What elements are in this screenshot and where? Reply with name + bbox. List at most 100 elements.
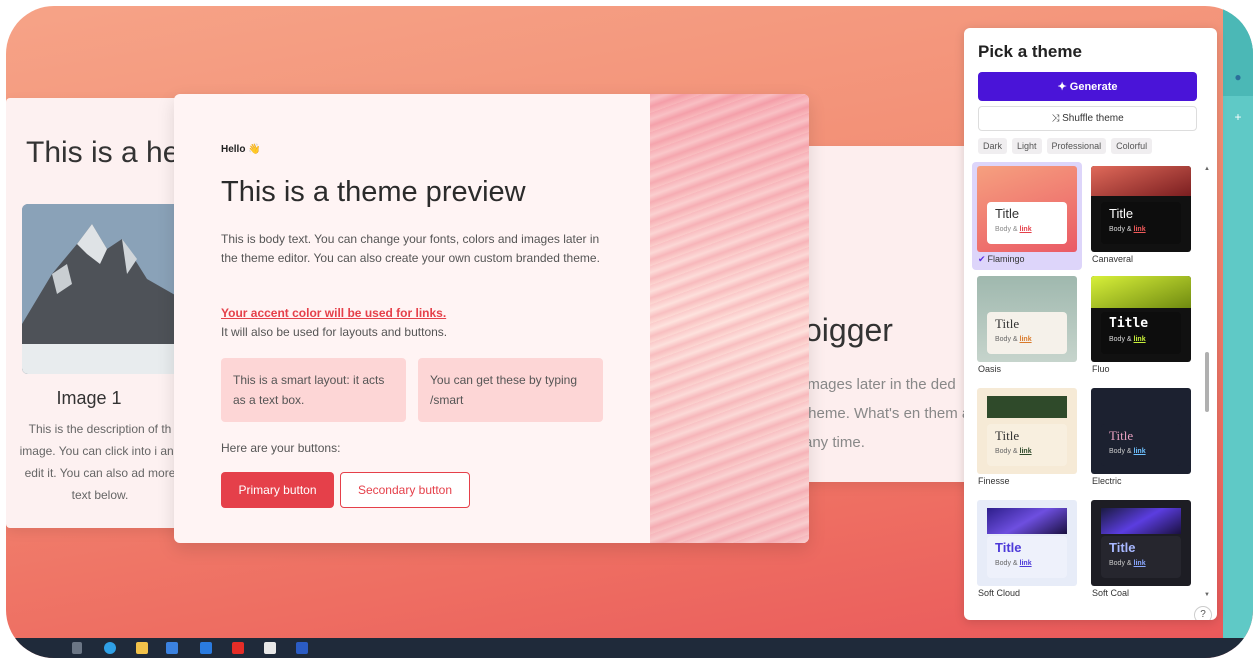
theme-title: Title xyxy=(1109,540,1136,555)
theme-title: Title xyxy=(1109,316,1149,331)
app-frame: ● + This is a he Image 1 This is the des… xyxy=(6,6,1253,658)
theme-body-label: Body & xyxy=(995,560,1018,567)
theme-tile-flamingo[interactable]: Title Body & link ✔ Flamingo xyxy=(972,162,1082,270)
theme-title: Title xyxy=(995,206,1020,221)
theme-body: Body & link xyxy=(1109,560,1146,567)
theme-tile-electric[interactable]: Title Body & link Electric xyxy=(1086,384,1196,492)
theme-body: Body & link xyxy=(995,336,1032,343)
file-explorer-icon[interactable] xyxy=(136,642,148,654)
filter-dark[interactable]: Dark xyxy=(978,138,1008,154)
theme-link: link xyxy=(1019,226,1032,233)
theme-thumbnail: Title Body & link xyxy=(1091,500,1191,586)
theme-filters: Dark Light Professional Colorful xyxy=(978,138,1153,154)
theme-link: link xyxy=(1019,560,1032,567)
theme-tile-fluo[interactable]: Title Body & link Fluo xyxy=(1086,272,1196,380)
theme-thumbnail: Title Body & link xyxy=(977,388,1077,474)
decorative-pattern-image xyxy=(650,94,809,543)
theme-name-electric: Electric xyxy=(1092,476,1122,486)
theme-label: ✔ Flamingo xyxy=(978,254,1025,265)
accent-subtext: It will also be used for layouts and but… xyxy=(221,325,448,339)
theme-link: link xyxy=(1133,226,1146,233)
theme-title: Title xyxy=(1109,206,1134,221)
theme-link: link xyxy=(1019,336,1032,343)
theme-link: link xyxy=(1019,448,1032,455)
thumb-header xyxy=(987,396,1067,418)
theme-body-label: Body & xyxy=(1109,226,1132,233)
generate-button[interactable]: ✦ Generate xyxy=(978,72,1197,101)
theme-title: Title xyxy=(995,316,1020,331)
theme-body-label: Body & xyxy=(995,226,1018,233)
add-icon[interactable]: + xyxy=(1231,110,1245,124)
thumb-header xyxy=(1101,508,1181,534)
pattern-overlay xyxy=(650,94,809,543)
theme-body-label: Body & xyxy=(1109,560,1132,567)
theme-body-label: Body & xyxy=(995,336,1018,343)
filter-light[interactable]: Light xyxy=(1012,138,1042,154)
theme-tile-soft-cloud[interactable]: Title Body & link Soft Cloud xyxy=(972,496,1082,604)
theme-body: Body & link xyxy=(995,448,1032,455)
theme-link: link xyxy=(1133,560,1146,567)
primary-button[interactable]: Primary button xyxy=(221,472,334,508)
scroll-thumb[interactable] xyxy=(1205,352,1209,412)
theme-tile-finesse[interactable]: Title Body & link Finesse xyxy=(972,384,1082,492)
task-view-icon[interactable] xyxy=(72,642,82,654)
store-icon[interactable] xyxy=(166,642,178,654)
scroll-down-icon[interactable]: ▼ xyxy=(1204,592,1210,598)
right-card-heading: oigger xyxy=(804,312,893,348)
hello-label: Hello 👋 xyxy=(221,144,261,155)
theme-tile-oasis[interactable]: Title Body & link Oasis xyxy=(972,272,1082,380)
accent-link[interactable]: Your accent color will be used for links… xyxy=(221,306,446,320)
mail-icon[interactable] xyxy=(200,642,212,654)
filter-colorful[interactable]: Colorful xyxy=(1111,138,1153,154)
outlook-icon[interactable]: ● xyxy=(1231,70,1245,84)
buttons-label: Here are your buttons: xyxy=(221,441,341,455)
wikipedia-icon[interactable] xyxy=(264,642,276,654)
theme-thumbnail: Title Body & link xyxy=(977,166,1077,252)
theme-thumbnail: Title Body & link xyxy=(1091,388,1191,474)
youtube-icon[interactable] xyxy=(232,642,244,654)
taskbar xyxy=(6,638,1253,658)
thumb-header xyxy=(1091,276,1191,308)
theme-name-finesse: Finesse xyxy=(978,476,1010,486)
theme-body: Body & link xyxy=(1109,336,1146,343)
shuffle-theme-button[interactable]: ⤨ Shuffle theme xyxy=(978,106,1197,131)
smart-layout-box-1: This is a smart layout: it acts as a tex… xyxy=(221,358,406,422)
theme-name-flamingo: Flamingo xyxy=(987,254,1025,264)
filter-professional[interactable]: Professional xyxy=(1046,138,1107,154)
theme-name-oasis: Oasis xyxy=(978,364,1002,374)
left-card-heading: This is a he xyxy=(26,136,180,169)
theme-scrollbar[interactable]: ▲ ▼ xyxy=(1204,166,1210,606)
theme-body: Body & link xyxy=(995,560,1032,567)
theme-title: Title xyxy=(995,540,1022,555)
theme-thumbnail: Title Body & link xyxy=(1091,166,1191,252)
thumb-header xyxy=(1091,166,1191,196)
preview-body-text: This is body text. You can change your f… xyxy=(221,232,600,265)
theme-link: link xyxy=(1133,448,1146,455)
help-button[interactable]: ? xyxy=(1194,606,1212,620)
smart-layout-box-2: You can get these by typing /smart xyxy=(418,358,603,422)
secondary-button[interactable]: Secondary button xyxy=(340,472,470,508)
preview-title: This is a theme preview xyxy=(221,176,526,208)
theme-body-label: Body & xyxy=(995,448,1018,455)
word-icon[interactable] xyxy=(296,642,308,654)
edge-icon[interactable] xyxy=(104,642,116,654)
theme-body-label: Body & xyxy=(1109,448,1132,455)
theme-thumbnail: Title Body & link xyxy=(977,276,1077,362)
theme-picker-panel: Pick a theme ✦ Generate ⤨ Shuffle theme … xyxy=(964,28,1217,620)
theme-body: Body & link xyxy=(995,226,1032,233)
mountain-image[interactable] xyxy=(22,204,182,374)
theme-name-soft-coal: Soft Coal xyxy=(1092,588,1130,598)
theme-body-label: Body & xyxy=(1109,336,1132,343)
theme-tile-soft-coal[interactable]: Title Body & link Soft Coal xyxy=(1086,496,1196,604)
check-icon: ✔ xyxy=(978,254,986,264)
theme-name-fluo: Fluo xyxy=(1092,364,1110,374)
theme-thumbnail: Title Body & link xyxy=(977,500,1077,586)
panel-title: Pick a theme xyxy=(978,42,1082,61)
theme-tile-canaveral[interactable]: Title Body & link Canaveral xyxy=(1086,162,1196,270)
theme-title: Title xyxy=(995,428,1020,443)
scroll-up-icon[interactable]: ▲ xyxy=(1204,166,1210,172)
theme-name-soft-cloud: Soft Cloud xyxy=(978,588,1021,598)
theme-name-canaveral: Canaveral xyxy=(1092,254,1134,264)
theme-preview-card: Hello 👋 This is a theme preview This is … xyxy=(174,94,809,543)
theme-thumbnail: Title Body & link xyxy=(1091,276,1191,362)
